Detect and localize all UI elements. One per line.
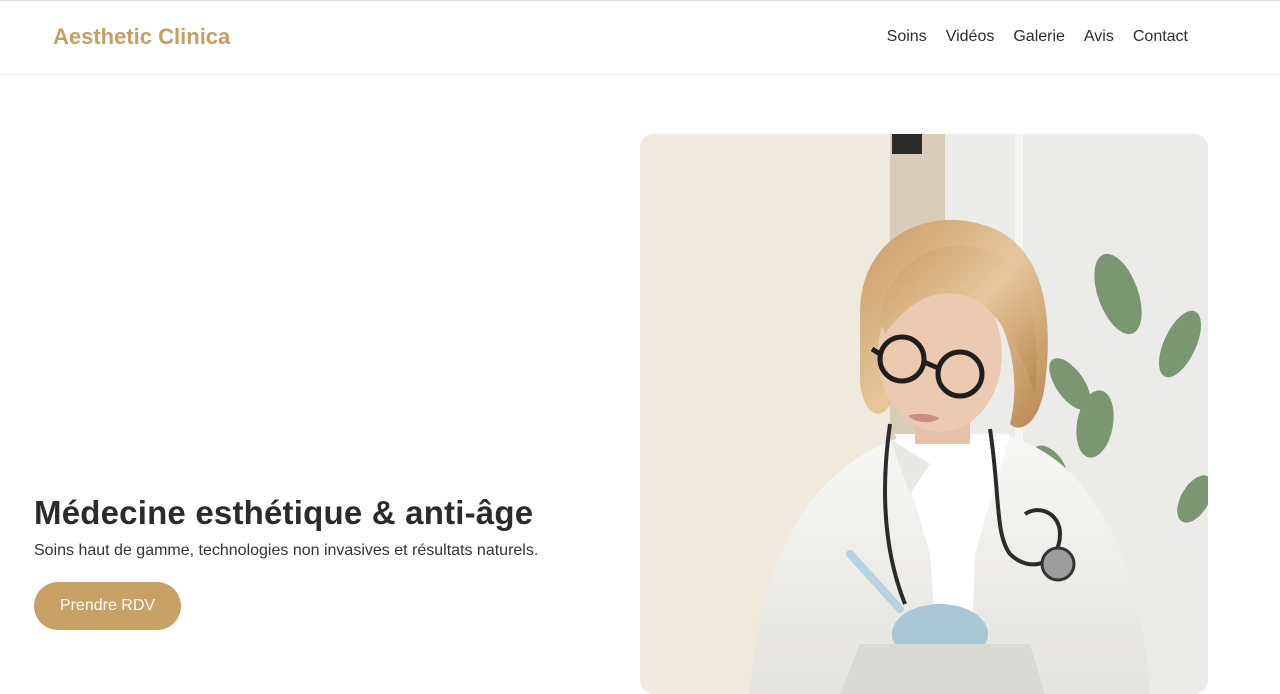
hero-title: Médecine esthétique & anti-âge (34, 494, 534, 531)
brand-logo[interactable]: Aesthetic Clinica (53, 24, 230, 50)
nav-item-soins[interactable]: Soins (887, 28, 927, 46)
doctor-photo (640, 134, 1208, 694)
hero-section: Médecine esthétique & anti-âge Soins hau… (34, 494, 614, 630)
site-header: Aesthetic Clinica Soins Vidéos Galerie A… (0, 1, 1280, 75)
main-nav: Soins Vidéos Galerie Avis Contact (887, 28, 1188, 46)
nav-item-avis[interactable]: Avis (1084, 28, 1114, 46)
hero-subtitle: Soins haut de gamme, technologies non in… (34, 542, 539, 559)
book-appointment-button[interactable]: Prendre RDV (34, 582, 181, 630)
nav-item-galerie[interactable]: Galerie (1013, 28, 1065, 46)
doctor-illustration (640, 134, 1208, 694)
nav-item-contact[interactable]: Contact (1133, 28, 1188, 46)
nav-item-videos[interactable]: Vidéos (946, 28, 995, 46)
